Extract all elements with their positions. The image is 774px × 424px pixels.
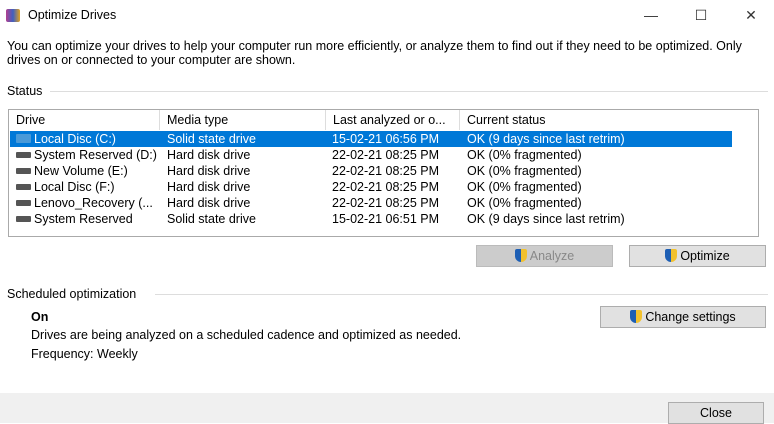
hdd-icon xyxy=(16,200,31,206)
drive-name: Local Disc (C:) xyxy=(34,132,116,146)
drive-name: System Reserved (D:) xyxy=(34,148,157,162)
last-analyzed: 22-02-21 08:25 PM xyxy=(332,148,440,162)
close-window-button[interactable]: ✕ xyxy=(728,4,774,26)
hdd-icon xyxy=(16,184,31,190)
current-status: OK (0% fragmented) xyxy=(467,180,582,194)
description: You can optimize your drives to help you… xyxy=(7,39,742,67)
schedule-frequency: Frequency: Weekly xyxy=(31,347,138,361)
schedule-state: On xyxy=(31,310,49,324)
drive-name: New Volume (E:) xyxy=(34,164,128,178)
window-title: Optimize Drives xyxy=(28,8,117,22)
optimize-button[interactable]: Optimize xyxy=(629,245,766,267)
drive-row[interactable]: Lenovo_Recovery (... Hard disk drive 22-… xyxy=(10,195,732,211)
divider xyxy=(155,294,768,295)
last-analyzed: 22-02-21 08:25 PM xyxy=(332,180,440,194)
shield-icon xyxy=(514,249,527,262)
app-icon xyxy=(6,9,20,22)
maximize-button[interactable]: ☐ xyxy=(678,4,724,26)
last-analyzed: 15-02-21 06:56 PM xyxy=(332,132,440,146)
media-type: Solid state drive xyxy=(167,212,256,226)
drive-name: Lenovo_Recovery (... xyxy=(34,196,153,210)
close-button[interactable]: Close xyxy=(668,402,764,424)
media-type: Hard disk drive xyxy=(167,196,251,210)
drive-row[interactable]: System Reserved Solid state drive 15-02-… xyxy=(10,211,732,227)
column-header-drive[interactable]: Drive xyxy=(9,110,160,130)
drive-row[interactable]: New Volume (E:) Hard disk drive 22-02-21… xyxy=(10,163,732,179)
minimize-button[interactable]: — xyxy=(628,4,674,26)
column-header-current-status[interactable]: Current status xyxy=(460,110,610,130)
column-header-media-type[interactable]: Media type xyxy=(160,110,326,130)
column-header-last-analyzed[interactable]: Last analyzed or o... xyxy=(326,110,460,130)
drive-name: System Reserved xyxy=(34,212,133,226)
current-status: OK (9 days since last retrim) xyxy=(467,132,625,146)
last-analyzed: 22-02-21 08:25 PM xyxy=(332,164,440,178)
divider xyxy=(50,91,768,92)
drive-list[interactable]: Drive Media type Last analyzed or o... C… xyxy=(8,109,759,237)
drive-name: Local Disc (F:) xyxy=(34,180,115,194)
media-type: Hard disk drive xyxy=(167,180,251,194)
current-status: OK (0% fragmented) xyxy=(467,164,582,178)
last-analyzed: 15-02-21 06:51 PM xyxy=(332,212,440,226)
drive-row[interactable]: Local Disc (F:) Hard disk drive 22-02-21… xyxy=(10,179,732,195)
ssd-icon xyxy=(16,134,31,143)
analyze-label: Analyze xyxy=(529,249,575,263)
schedule-text: Drives are being analyzed on a scheduled… xyxy=(31,328,462,342)
analyze-button[interactable]: Analyze xyxy=(476,245,613,267)
change-settings-label: Change settings xyxy=(645,310,736,324)
drive-row[interactable]: System Reserved (D:) Hard disk drive 22-… xyxy=(10,147,732,163)
last-analyzed: 22-02-21 08:25 PM xyxy=(332,196,440,210)
media-type: Hard disk drive xyxy=(167,164,251,178)
media-type: Hard disk drive xyxy=(167,148,251,162)
status-label: Status xyxy=(7,84,43,98)
hdd-icon xyxy=(16,216,31,222)
media-type: Solid state drive xyxy=(167,132,256,146)
change-settings-button[interactable]: Change settings xyxy=(600,306,766,328)
shield-icon xyxy=(665,249,678,262)
current-status: OK (9 days since last retrim) xyxy=(467,212,625,226)
hdd-icon xyxy=(16,168,31,174)
hdd-icon xyxy=(16,152,31,158)
drive-row[interactable]: Local Disc (C:) Solid state drive 15-02-… xyxy=(10,131,732,147)
current-status: OK (0% fragmented) xyxy=(467,148,582,162)
optimize-label: Optimize xyxy=(680,249,730,263)
scheduled-label: Scheduled optimization xyxy=(7,287,137,301)
current-status: OK (0% fragmented) xyxy=(467,196,582,210)
shield-icon xyxy=(630,310,643,323)
footer xyxy=(0,393,774,423)
